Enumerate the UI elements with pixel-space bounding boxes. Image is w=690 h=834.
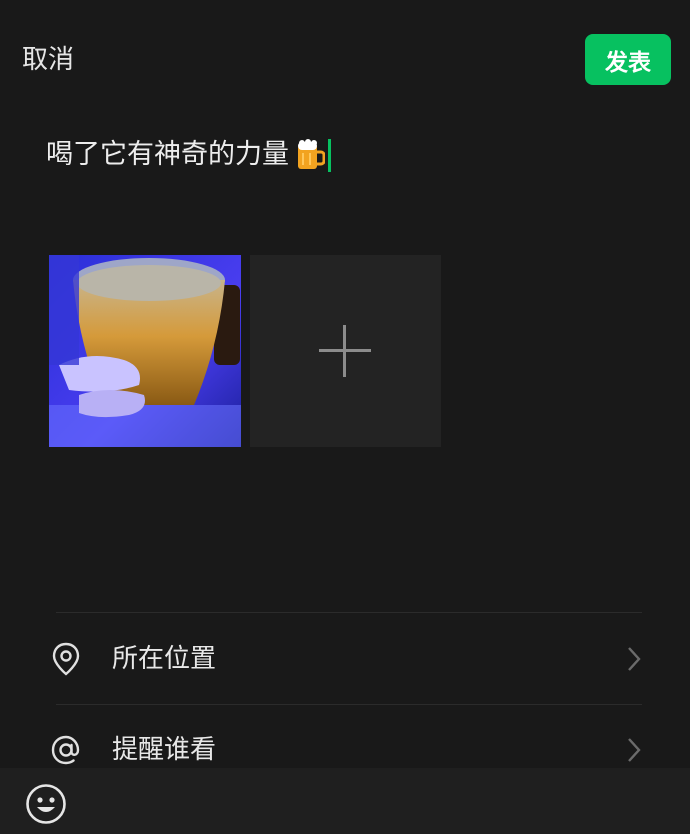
beer-mug-icon <box>295 139 326 171</box>
publish-button[interactable]: 发表 <box>585 34 671 85</box>
post-text: 喝了它有神奇的力量 <box>46 139 289 170</box>
chevron-right-icon <box>628 738 641 762</box>
bottom-toolbar <box>0 768 690 834</box>
post-text-input[interactable]: 喝了它有神奇的力量 <box>46 136 331 174</box>
cancel-button[interactable]: 取消 <box>22 42 74 78</box>
plus-icon <box>319 325 371 377</box>
add-photo-button[interactable] <box>250 255 441 447</box>
smiley-face-icon[interactable] <box>25 783 67 825</box>
text-cursor <box>328 138 331 172</box>
option-label: 所在位置 <box>112 644 217 674</box>
divider <box>56 612 642 613</box>
photo-thumbnail[interactable] <box>49 255 241 447</box>
at-mention-icon <box>51 735 80 765</box>
option-location[interactable]: 所在位置 <box>0 614 690 704</box>
location-pin-icon <box>52 642 80 676</box>
option-label: 提醒谁看 <box>112 735 217 765</box>
chevron-right-icon <box>628 647 641 671</box>
photo-beer-glass <box>49 255 241 447</box>
